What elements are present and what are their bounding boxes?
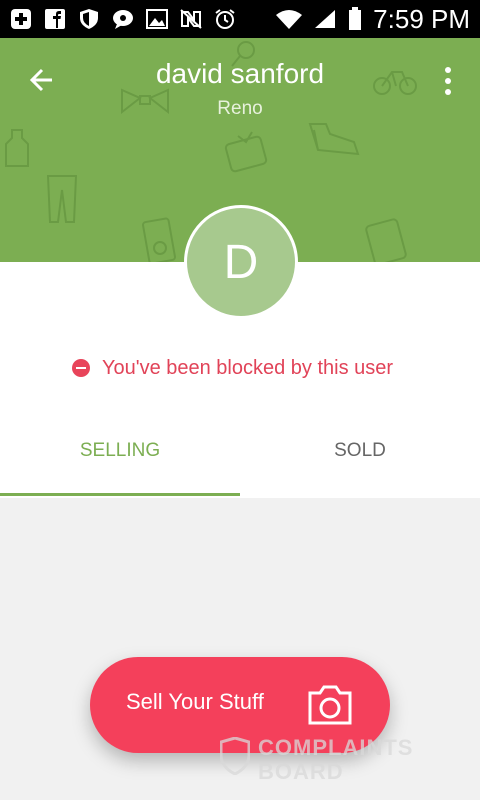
camera-icon — [308, 685, 352, 725]
status-bar: 7:59 PM — [0, 0, 480, 38]
plus-icon — [10, 8, 32, 30]
avatar: D — [184, 205, 298, 319]
blocked-notice: You've been blocked by this user — [72, 355, 393, 381]
notification-icons — [10, 6, 236, 32]
profile-name: david sanford — [155, 58, 325, 89]
profile-city: Reno — [217, 98, 263, 119]
watermark-shield-icon — [220, 737, 250, 775]
wifi-icon — [275, 8, 303, 30]
watermark-line2: BOARD — [258, 759, 344, 784]
tab-sold[interactable]: SOLD — [240, 440, 480, 472]
more-vert-icon — [445, 67, 451, 95]
avatar-initial: D — [223, 235, 259, 289]
signal-icon — [313, 8, 337, 30]
tab-selling[interactable]: SELLING — [0, 440, 240, 472]
shoe-icon — [308, 123, 360, 156]
watermark: COMPLAINTS BOARD — [220, 735, 430, 785]
image-icon — [146, 8, 168, 30]
blocked-icon — [72, 359, 90, 377]
bottle-icon — [5, 129, 29, 167]
shield-icon — [78, 8, 100, 30]
tab-indicator — [0, 493, 240, 496]
system-status: 7:59 PM — [275, 4, 470, 34]
tv-icon — [224, 131, 268, 173]
alarm-icon — [214, 8, 236, 30]
phone-icon — [365, 218, 407, 262]
sell-button-label: Sell Your Stuff — [126, 689, 264, 714]
ipod-icon — [142, 217, 176, 262]
more-options-button[interactable] — [438, 66, 458, 96]
blocked-message: You've been blocked by this user — [102, 356, 394, 379]
nfc-icon — [180, 8, 202, 30]
watermark-line1: COMPLAINTS — [258, 735, 414, 760]
pants-icon — [46, 175, 78, 223]
clock: 7:59 PM — [373, 4, 470, 34]
battery-icon — [347, 7, 363, 30]
facebook-icon — [44, 8, 66, 30]
chat-icon — [112, 8, 134, 30]
